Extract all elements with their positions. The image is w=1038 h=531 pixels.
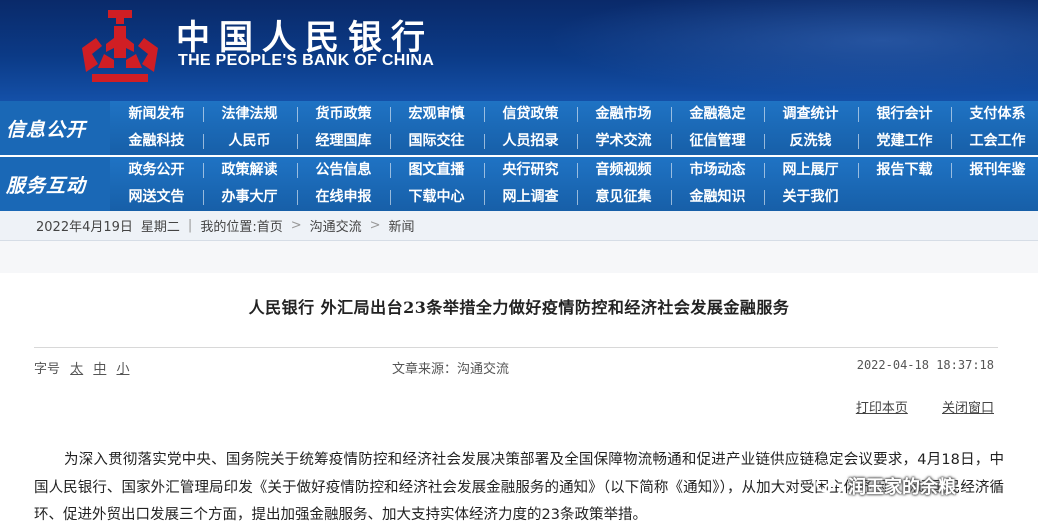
header-glow	[518, 0, 1038, 101]
breadcrumb-separator: |	[187, 218, 193, 233]
service-nav-row-1: 政务公开 政策解读 公告信息 图文直播 央行研究 音频视频 市场动态 网上展厅 …	[110, 157, 1038, 184]
nav-item-macroprudential[interactable]: 宏观审慎	[390, 101, 483, 128]
service-nav-band: 服务互动 政务公开 政策解读 公告信息 图文直播 央行研究 音频视频 市场动态 …	[0, 155, 1038, 211]
nav-item-credit-reference[interactable]: 征信管理	[671, 128, 764, 155]
nav-item-laws[interactable]: 法律法规	[203, 101, 296, 128]
article-source: 文章来源：沟通交流	[392, 362, 510, 377]
site-header: 中国人民银行 THE PEOPLE'S BANK OF CHINA	[0, 0, 1038, 101]
nav-item-financial-knowledge[interactable]: 金融知识	[671, 184, 764, 211]
nav-item-audio-video[interactable]: 音频视频	[577, 157, 670, 184]
nav-item-credit-policy[interactable]: 信贷政策	[484, 101, 577, 128]
nav-item-monetary-policy[interactable]: 货币政策	[297, 101, 390, 128]
font-size-large-link[interactable]: 太	[70, 362, 83, 377]
nav-item-announcements[interactable]: 公告信息	[297, 157, 390, 184]
nav-item-fintech[interactable]: 金融科技	[110, 128, 203, 155]
nav-item-financial-market[interactable]: 金融市场	[577, 101, 670, 128]
current-weekday: 星期二	[140, 220, 180, 235]
site-title-en: THE PEOPLE'S BANK OF CHINA	[178, 52, 435, 69]
article-datetime: 2022-04-18 18:37:18	[856, 358, 994, 372]
nav-item-documents[interactable]: 网送文告	[110, 184, 203, 211]
article-meta: 字号 太 中 小 文章来源：沟通交流 2022-04-18 18:37:18	[34, 358, 994, 378]
chevron-right-icon: >	[369, 218, 381, 233]
font-size-small-link[interactable]: 小	[116, 362, 129, 377]
info-nav-grid: 新闻发布 法律法规 货币政策 宏观审慎 信贷政策 金融市场 金融稳定 调查统计 …	[110, 101, 1038, 155]
nav-item-treasury[interactable]: 经理国库	[297, 128, 390, 155]
nav-item-market-news[interactable]: 市场动态	[671, 157, 764, 184]
info-nav-label: 信息公开	[0, 101, 110, 155]
content-top-band	[0, 241, 1038, 273]
location-label: 我的位置:	[200, 220, 257, 235]
nav-item-party-building[interactable]: 党建工作	[858, 128, 951, 155]
info-nav-row-2: 金融科技 人民币 经理国库 国际交往 人员招录 学术交流 征信管理 反洗钱 党建…	[110, 128, 1038, 155]
current-date: 2022年4月19日	[36, 220, 133, 235]
nav-item-yearbook[interactable]: 报刊年鉴	[951, 157, 1038, 184]
nav-item-policy-interpretation[interactable]: 政策解读	[203, 157, 296, 184]
info-nav-row-1: 新闻发布 法律法规 货币政策 宏观审慎 信贷政策 金融市场 金融稳定 调查统计 …	[110, 101, 1038, 128]
chevron-right-icon: >	[290, 218, 302, 233]
nav-item-statistics[interactable]: 调查统计	[764, 101, 857, 128]
nav-item-research[interactable]: 央行研究	[484, 157, 577, 184]
nav-item-online-survey[interactable]: 网上调查	[484, 184, 577, 211]
watermark-text: 润玉家的余粮	[848, 477, 956, 498]
nav-item-report-download[interactable]: 报告下载	[858, 157, 951, 184]
print-page-link[interactable]: 打印本页	[856, 401, 908, 416]
nav-item-rmb[interactable]: 人民币	[203, 128, 296, 155]
breadcrumb-home-link[interactable]: 首页	[257, 216, 283, 235]
nav-item-government-affairs[interactable]: 政务公开	[110, 157, 203, 184]
nav-item-online-declaration[interactable]: 在线申报	[297, 184, 390, 211]
nav-item-feedback[interactable]: 意见征集	[577, 184, 670, 211]
font-size-label: 字号	[34, 362, 61, 377]
nav-item-international[interactable]: 国际交往	[390, 128, 483, 155]
service-nav-row-2: 网送文告 办事大厅 在线申报 下载中心 网上调查 意见征集 金融知识 关于我们	[110, 184, 1038, 211]
pboc-logo-icon[interactable]	[78, 8, 162, 84]
info-nav-band: 信息公开 新闻发布 法律法规 货币政策 宏观审慎 信贷政策 金融市场 金融稳定 …	[0, 101, 1038, 155]
title-divider	[34, 347, 998, 348]
close-window-link[interactable]: 关闭窗口	[942, 401, 994, 416]
wechat-watermark: 润玉家的余粮	[816, 472, 956, 500]
breadcrumb: 2022年4月19日 星期二 | 我的位置: 首页 > 沟通交流 > 新闻	[0, 211, 1038, 241]
article-actions: 打印本页 关闭窗口	[826, 397, 994, 416]
breadcrumb-page-link[interactable]: 新闻	[389, 216, 415, 235]
article-title: 人民银行 外汇局出台23条举措全力做好疫情防控和经济社会发展金融服务	[248, 298, 790, 317]
service-nav-grid: 政务公开 政策解读 公告信息 图文直播 央行研究 音频视频 市场动态 网上展厅 …	[110, 157, 1038, 211]
nav-item-online-exhibition[interactable]: 网上展厅	[764, 157, 857, 184]
nav-item-anti-money-laundering[interactable]: 反洗钱	[764, 128, 857, 155]
nav-item-news-release[interactable]: 新闻发布	[110, 101, 203, 128]
nav-item-recruitment[interactable]: 人员招录	[484, 128, 577, 155]
font-size-medium-link[interactable]: 中	[93, 362, 106, 377]
nav-item-download-center[interactable]: 下载中心	[390, 184, 483, 211]
nav-item-payment-system[interactable]: 支付体系	[951, 101, 1038, 128]
nav-item-service-hall[interactable]: 办事大厅	[203, 184, 296, 211]
font-size-switcher: 字号 太 中 小	[34, 358, 129, 377]
wechat-icon	[816, 475, 842, 496]
nav-item-live-broadcast[interactable]: 图文直播	[390, 157, 483, 184]
breadcrumb-section-link[interactable]: 沟通交流	[310, 216, 362, 235]
nav-item-union-work[interactable]: 工会工作	[951, 128, 1038, 155]
service-nav-label: 服务互动	[0, 157, 110, 211]
nav-item-about-us[interactable]: 关于我们	[764, 184, 857, 211]
nav-item-bank-accounting[interactable]: 银行会计	[858, 101, 951, 128]
nav-item-academic[interactable]: 学术交流	[577, 128, 670, 155]
nav-item-financial-stability[interactable]: 金融稳定	[671, 101, 764, 128]
